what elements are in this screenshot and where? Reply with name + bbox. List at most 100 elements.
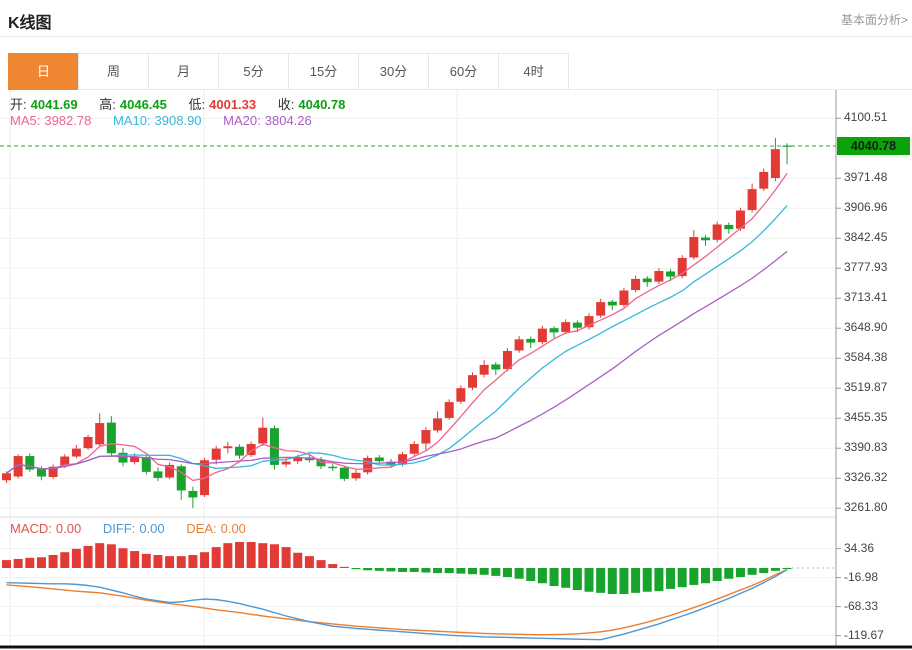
macd-bar: [398, 568, 407, 572]
macd-bar: [491, 568, 500, 576]
price-tick: 4100.51: [844, 110, 887, 124]
tab-day[interactable]: 日: [8, 53, 79, 90]
candle-body: [375, 457, 384, 461]
price-tick: 3648.90: [844, 320, 887, 334]
candle-body: [235, 447, 244, 456]
dea-label: DEA:: [186, 521, 216, 536]
tab-5min[interactable]: 5分: [218, 53, 289, 90]
tab-15min[interactable]: 15分: [288, 53, 359, 90]
macd-bar: [72, 549, 81, 568]
candle-body: [2, 473, 11, 480]
macd-tick: -119.67: [844, 628, 884, 642]
price-tick: 3519.87: [844, 380, 887, 394]
macd-bar: [410, 568, 419, 572]
macd-bar: [14, 559, 23, 568]
macd-bar: [188, 555, 197, 568]
candle-body: [480, 365, 489, 375]
price-tick: 3842.45: [844, 230, 887, 244]
tab-week[interactable]: 周: [78, 53, 149, 90]
macd-bar: [107, 544, 116, 568]
macd-bar: [724, 568, 733, 579]
macd-bar: [736, 568, 745, 577]
candle-body: [153, 471, 162, 478]
macd-bar: [386, 568, 395, 571]
current-price-label: 4040.78: [837, 137, 910, 155]
macd-bar: [340, 567, 349, 568]
ohlc-legend: 开:4041.69 高:4046.45 低:4001.33 收:4040.78: [10, 94, 349, 113]
candle-body: [654, 271, 663, 282]
candle-body: [340, 468, 349, 479]
candle-body: [95, 423, 104, 444]
macd-bar: [212, 547, 221, 568]
candle-body: [433, 418, 442, 430]
candle-body: [212, 449, 221, 460]
macd-bar: [585, 568, 594, 592]
candle-body: [410, 444, 419, 454]
macd-bar: [654, 568, 663, 591]
price-tick: 3777.93: [844, 260, 887, 274]
macd-tick: 34.36: [844, 541, 874, 555]
macd-bar: [95, 543, 104, 568]
macd-tick: -68.33: [844, 599, 878, 613]
kline-macd-canvas[interactable]: [0, 90, 912, 650]
price-tick: 3906.96: [844, 200, 887, 214]
ma10-value: 3908.90: [155, 113, 202, 128]
widget-header: K线图 基本面分析>: [0, 0, 912, 37]
candle-body: [107, 423, 116, 454]
macd-bar: [445, 568, 454, 573]
high-value: 4046.45: [120, 97, 167, 112]
candle-body: [666, 271, 675, 276]
candle-body: [724, 225, 733, 229]
macd-tick: -16.98: [844, 570, 878, 584]
macd-bar: [247, 542, 256, 568]
tab-60min[interactable]: 60分: [428, 53, 499, 90]
macd-bar: [701, 568, 710, 583]
macd-bar: [678, 568, 687, 587]
candle-body: [550, 328, 559, 332]
tab-month[interactable]: 月: [148, 53, 219, 90]
macd-bar: [480, 568, 489, 575]
macd-bar: [619, 568, 628, 594]
macd-bar: [235, 542, 244, 568]
macd-bar: [165, 556, 174, 568]
close-value: 4040.78: [298, 97, 345, 112]
candle-body: [445, 402, 454, 418]
candle-body: [526, 339, 535, 343]
macd-bar: [119, 548, 128, 568]
candle-body: [421, 430, 430, 443]
candle-body: [689, 237, 698, 257]
tab-30min[interactable]: 30分: [358, 53, 429, 90]
candle-body: [771, 149, 780, 178]
macd-bar: [526, 568, 535, 581]
macd-bar: [631, 568, 640, 593]
candle-body: [748, 189, 757, 210]
price-tick: 3326.32: [844, 470, 887, 484]
macd-bar: [503, 568, 512, 577]
candle-body: [456, 388, 465, 401]
macd-bar: [317, 560, 326, 568]
chart-area[interactable]: 开:4041.69 高:4046.45 低:4001.33 收:4040.78 …: [0, 90, 912, 650]
macd-bar: [177, 556, 186, 568]
macd-bar: [759, 568, 768, 573]
candle-body: [783, 146, 792, 147]
high-label: 高:: [99, 97, 116, 112]
macd-bar: [84, 546, 93, 568]
candle-body: [573, 323, 582, 328]
candle-body: [72, 449, 81, 457]
fundamental-analysis-link[interactable]: 基本面分析>: [841, 11, 908, 28]
candle-body: [282, 462, 291, 465]
ma20-label: MA20:: [223, 113, 261, 128]
macd-bar: [258, 543, 267, 568]
ma10-label: MA10:: [113, 113, 151, 128]
candle-body: [293, 458, 302, 461]
macd-value: 0.00: [56, 521, 81, 536]
candle-body: [596, 302, 605, 315]
macd-bar: [130, 551, 139, 568]
tab-4hour[interactable]: 4时: [498, 53, 569, 90]
macd-bar: [305, 556, 314, 568]
candle-body: [352, 473, 361, 479]
candle-body: [84, 437, 93, 448]
macd-bar: [783, 568, 792, 569]
macd-bar: [433, 568, 442, 573]
candle-body: [37, 469, 46, 477]
